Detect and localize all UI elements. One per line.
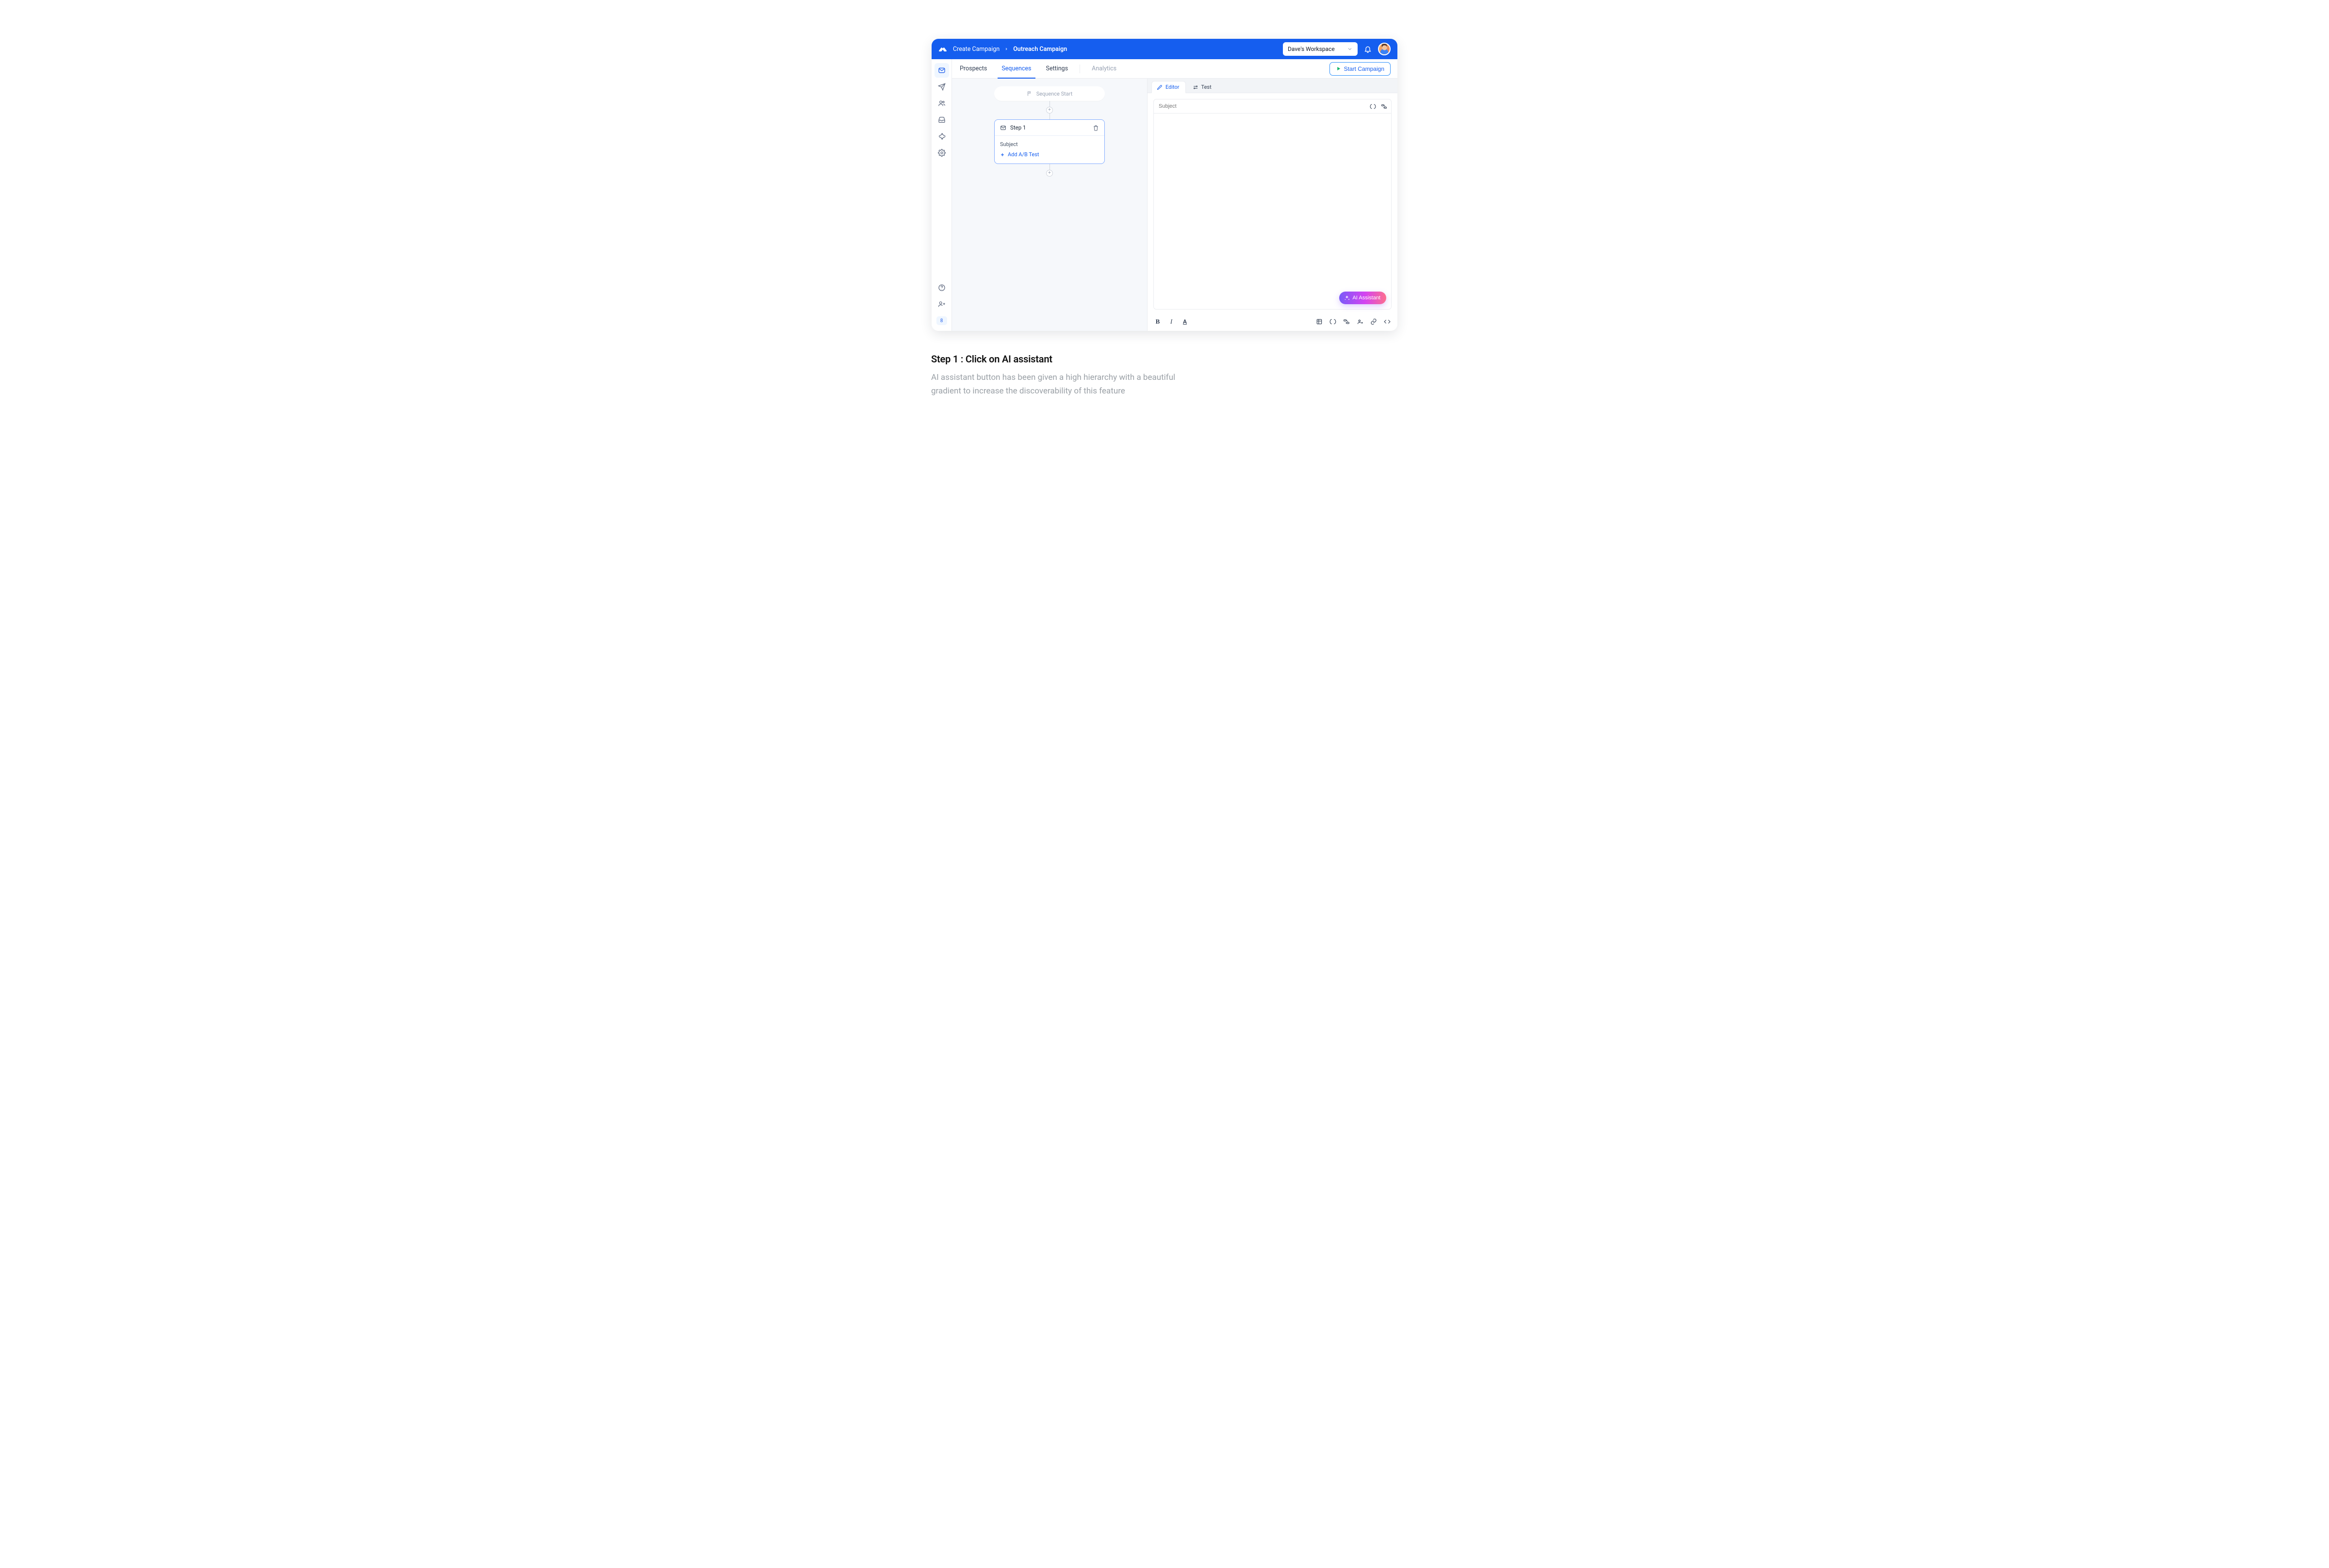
variables-icon[interactable] (1370, 103, 1376, 110)
flag-icon (1027, 91, 1033, 97)
sidebar-item-invite[interactable] (935, 297, 949, 311)
logo-icon (938, 46, 947, 52)
editor-inner: AI Assistant (1148, 93, 1397, 315)
delete-step-button[interactable] (1093, 125, 1099, 131)
breadcrumb-current: Outreach Campaign (1013, 46, 1067, 53)
main: Prospects Sequences Settings Analytics S… (952, 59, 1397, 331)
annotation-body: AI assistant button has been given a hig… (931, 371, 1203, 398)
step-card[interactable]: Step 1 Subject Add A/B Test (994, 119, 1105, 164)
add-step-below-button[interactable]: + (1046, 170, 1053, 177)
app-body: 8 Prospects Sequences Settings Analytics… (932, 59, 1397, 331)
annotation-title: Step 1 : Click on AI assistant (931, 353, 1222, 365)
subject-input[interactable] (1159, 103, 1366, 109)
sidebar-item-help[interactable] (935, 280, 949, 295)
annotation: Step 1 : Click on AI assistant AI assist… (931, 353, 1222, 398)
variables-icon[interactable] (1329, 318, 1336, 325)
sidebar-item-send[interactable] (935, 80, 949, 94)
subject-row (1153, 99, 1392, 114)
tab-settings[interactable]: Settings (1045, 59, 1069, 78)
sequence-start-node: Sequence Start (994, 86, 1105, 101)
tabs-row: Prospects Sequences Settings Analytics S… (952, 59, 1397, 79)
sidebar: 8 (932, 59, 952, 331)
breadcrumb-parent[interactable]: Create Campaign (953, 46, 1000, 53)
sliders-icon (1193, 84, 1198, 90)
chevron-down-icon (1347, 46, 1353, 52)
personalize-icon[interactable] (1343, 318, 1350, 325)
start-campaign-button[interactable]: Start Campaign (1329, 62, 1391, 76)
italic-icon[interactable]: I (1168, 318, 1175, 325)
add-step-above-button[interactable]: + (1046, 107, 1053, 114)
tab-analytics: Analytics (1091, 59, 1117, 78)
pencil-icon (1157, 84, 1163, 90)
avatar[interactable] (1378, 43, 1391, 55)
chevron-right-icon (1004, 47, 1008, 51)
sequence-start-label: Sequence Start (1036, 91, 1073, 97)
editor-tab-test-label: Test (1201, 84, 1212, 90)
link-icon[interactable] (1370, 318, 1377, 325)
sequence-canvas: Sequence Start + Step 1 (952, 79, 1147, 331)
font-color-icon[interactable]: A (1181, 318, 1188, 325)
app-window: Create Campaign Outreach Campaign Dave's… (932, 39, 1397, 331)
sparkle-icon (1344, 295, 1350, 301)
editor-tab-editor[interactable]: Editor (1151, 81, 1186, 93)
add-ab-test-button[interactable]: Add A/B Test (1000, 151, 1099, 158)
editor-toolbar: B I A (1148, 315, 1397, 331)
sidebar-item-integrations[interactable] (935, 129, 949, 144)
mention-icon[interactable] (1357, 318, 1363, 325)
personalize-icon[interactable] (1381, 103, 1387, 110)
mail-icon (1000, 125, 1006, 131)
start-campaign-label: Start Campaign (1344, 65, 1384, 72)
workspace-select[interactable]: Dave's Workspace (1283, 42, 1358, 56)
editor-panel: Editor Test (1147, 79, 1397, 331)
email-body[interactable]: AI Assistant (1153, 114, 1392, 310)
bold-icon[interactable]: B (1154, 318, 1161, 325)
step-card-head: Step 1 (995, 120, 1104, 136)
tab-sequences[interactable]: Sequences (1000, 59, 1032, 78)
step-title: Step 1 (1010, 124, 1026, 131)
table-icon[interactable] (1316, 318, 1323, 325)
code-icon[interactable] (1384, 318, 1391, 325)
top-bar: Create Campaign Outreach Campaign Dave's… (932, 39, 1397, 59)
content: Sequence Start + Step 1 (952, 79, 1397, 331)
sidebar-item-settings[interactable] (935, 146, 949, 160)
plus-icon (1000, 152, 1005, 157)
add-ab-test-label: Add A/B Test (1008, 151, 1039, 158)
ai-assistant-button[interactable]: AI Assistant (1339, 292, 1386, 304)
sidebar-item-campaigns[interactable] (935, 63, 949, 78)
ai-assistant-label: AI Assistant (1353, 295, 1380, 301)
step-subject-label: Subject (1000, 141, 1099, 147)
editor-tabs: Editor Test (1148, 79, 1397, 93)
breadcrumb: Create Campaign Outreach Campaign (953, 46, 1067, 53)
play-icon (1336, 66, 1341, 71)
tab-prospects[interactable]: Prospects (959, 59, 988, 78)
sidebar-item-contacts[interactable] (935, 96, 949, 111)
editor-tab-editor-label: Editor (1165, 84, 1180, 90)
sidebar-badge[interactable]: 8 (936, 316, 947, 325)
step-card-body: Subject Add A/B Test (995, 136, 1104, 163)
workspace-select-label: Dave's Workspace (1288, 46, 1335, 52)
sidebar-item-inbox[interactable] (935, 113, 949, 127)
notifications-icon[interactable] (1363, 45, 1372, 53)
editor-tab-test[interactable]: Test (1188, 82, 1217, 93)
